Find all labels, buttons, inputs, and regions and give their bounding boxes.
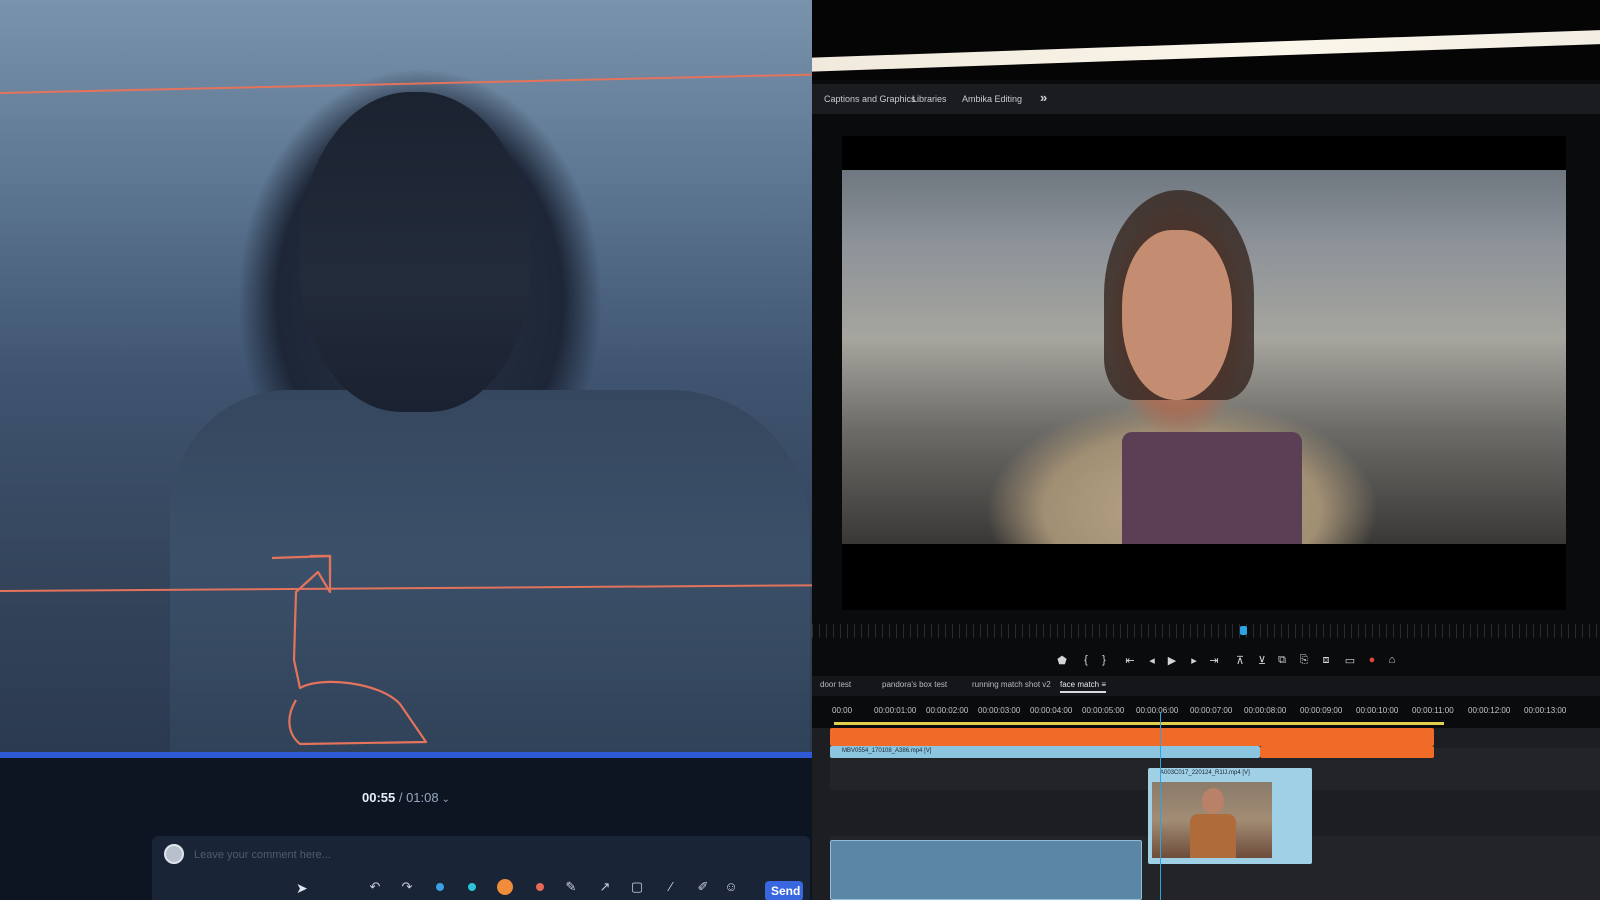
- ruler-timecode: 00:00:04:00: [1030, 706, 1073, 715]
- clip-thumbnail: [1152, 782, 1272, 858]
- emoji-icon[interactable]: ☺: [722, 878, 740, 896]
- ruler-timecode: 00:00:07:00: [1190, 706, 1233, 715]
- face-clip[interactable]: A003C017_220124_R1IJ.mp4 [V]: [1148, 768, 1312, 864]
- tab-face-match-label: face match: [1060, 680, 1100, 689]
- color-dot-red[interactable]: [536, 883, 544, 891]
- timeline-playhead[interactable]: [1160, 712, 1161, 900]
- step-back-icon[interactable]: ◂: [1144, 654, 1160, 667]
- ruler-timecode: 00:00:10:00: [1356, 706, 1399, 715]
- arrow-icon[interactable]: ↗: [596, 878, 614, 896]
- ruler-timecode: 00:00:08:00: [1244, 706, 1287, 715]
- mark-in-icon[interactable]: {: [1078, 654, 1094, 666]
- orange-clip[interactable]: [830, 728, 1434, 746]
- play-icon[interactable]: ▶: [1164, 654, 1180, 667]
- ruler-timecode: 00:00:03:00: [978, 706, 1021, 715]
- lift-icon[interactable]: ⊼: [1232, 654, 1248, 667]
- square-icon[interactable]: ▢: [628, 878, 646, 896]
- ruler-timecode: 00:00:09:00: [1300, 706, 1343, 715]
- thumbnail-body: [1190, 814, 1236, 858]
- mouse-cursor-icon: ➤: [296, 880, 308, 896]
- comment-composer: ↶ ↷ ✎ ↗ ▢ ⁄ ✐ ☺ Send: [152, 836, 810, 900]
- annotation-arrow-stroke: [271, 554, 428, 746]
- step-forward-icon[interactable]: ▸: [1186, 654, 1202, 667]
- review-player-panel: 00:55 / 01:08⌄ ↶ ↷ ✎ ↗ ▢ ⁄ ✐ ☺ Send ➤: [0, 0, 812, 900]
- annotation-arrow-head: [310, 554, 332, 574]
- ruler-timecode: 00:00:06:00: [1136, 706, 1179, 715]
- clip-label: MBV0554_170108_A386.mp4 [V]: [842, 748, 932, 754]
- workspace-tab-libraries[interactable]: Libraries: [912, 94, 947, 104]
- ruler-timecode: 00:00: [832, 706, 853, 715]
- work-area-bar[interactable]: [834, 722, 1444, 725]
- export-frame-icon[interactable]: ⧈: [1318, 654, 1334, 667]
- color-dot-cyan[interactable]: [468, 883, 476, 891]
- orange-clip-tail[interactable]: [1260, 746, 1434, 758]
- send-button[interactable]: Send: [765, 881, 803, 900]
- blue-clip[interactable]: MBV0554_170108_A386.mp4 [V]: [830, 746, 1260, 758]
- workspace-tabs: Captions and Graphics Libraries Ambika E…: [812, 84, 1600, 114]
- duration: 01:08: [406, 790, 439, 805]
- workspace-tab-captions[interactable]: Captions and Graphics: [824, 94, 916, 104]
- monitor-scrub-ruler[interactable]: [812, 624, 1600, 638]
- undo-icon[interactable]: ↶: [366, 878, 384, 896]
- redo-icon[interactable]: ↷: [398, 878, 416, 896]
- tab-menu-icon[interactable]: ≡: [1101, 680, 1106, 689]
- ruler-timecode: 00:00:02:00: [926, 706, 969, 715]
- color-dot-blue[interactable]: [436, 883, 444, 891]
- annotation-drawing: [271, 554, 428, 746]
- monitor-playhead[interactable]: [1240, 626, 1247, 635]
- tab-door-test[interactable]: door test: [820, 680, 851, 689]
- line-icon[interactable]: ⁄: [662, 878, 680, 896]
- thumbnail-face: [1202, 788, 1224, 814]
- tab-pandoras-box-test[interactable]: pandora's box test: [882, 680, 947, 689]
- ruler-timecode: 00:00:05:00: [1082, 706, 1125, 715]
- subject-apron: [1122, 432, 1302, 544]
- comment-input[interactable]: [192, 844, 616, 866]
- ruler-timecode: 00:00:13:00: [1524, 706, 1567, 715]
- ruler-timecode: 00:00:01:00: [874, 706, 917, 715]
- record-icon[interactable]: ●: [1364, 654, 1380, 666]
- current-time: 00:55: [361, 790, 396, 805]
- ruler-timecode: 00:00:11:00: [1412, 706, 1454, 715]
- program-monitor[interactable]: [842, 136, 1566, 610]
- insert-icon[interactable]: ⧉: [1274, 654, 1290, 667]
- go-to-in-icon[interactable]: ⇤: [1122, 654, 1138, 667]
- timecode-display[interactable]: 00:55 / 01:08 ⌄: [0, 790, 812, 805]
- chevron-down-icon[interactable]: ⌄: [442, 794, 450, 805]
- more-workspaces-icon[interactable]: »: [1040, 90, 1047, 105]
- tab-running-match-shot-v2[interactable]: running match shot v2: [972, 680, 1051, 689]
- extract-icon[interactable]: ⊻: [1254, 654, 1270, 667]
- mark-out-icon[interactable]: }: [1096, 654, 1112, 666]
- program-video-frame: [842, 170, 1566, 544]
- pen-icon[interactable]: ✎: [562, 878, 580, 896]
- subject-face: [1122, 230, 1232, 400]
- time-separator: /: [395, 790, 407, 805]
- annotation-toolbar: ↶ ↷ ✎ ↗ ▢ ⁄ ✐ ☺: [152, 876, 810, 900]
- sequence-tabs: door test pandora's box test running mat…: [812, 676, 1600, 696]
- comparison-view-icon[interactable]: ▭: [1342, 654, 1358, 667]
- overwrite-icon[interactable]: ⎘: [1296, 654, 1312, 667]
- workspace-tab-ambika-editing[interactable]: Ambika Editing: [962, 94, 1022, 104]
- color-dot-orange[interactable]: [497, 879, 513, 895]
- tab-face-match[interactable]: face match ≡: [1060, 680, 1107, 693]
- transport-controls: ⬟ { } ⇤ ◂ ▶ ▸ ⇥ ⊼ ⊻ ⧉ ⎘ ⧈ ▭ ● ⌂: [812, 650, 1600, 676]
- timeline-tracks: MBV0554_170108_A386.mp4 [V] A003C017_220…: [812, 728, 1600, 900]
- camera-icon[interactable]: ⌂: [1384, 654, 1400, 666]
- clip-label: A003C017_220124_R1IJ.mp4 [V]: [1160, 770, 1250, 776]
- editor-panel: Captions and Graphics Libraries Ambika E…: [812, 0, 1600, 900]
- lower-clip[interactable]: [830, 840, 1142, 900]
- brush-icon[interactable]: ✐: [694, 878, 712, 896]
- avatar: [164, 844, 184, 864]
- go-to-out-icon[interactable]: ⇥: [1206, 654, 1222, 667]
- ruler-timecode: 00:00:12:00: [1468, 706, 1511, 715]
- add-marker-icon[interactable]: ⬟: [1054, 654, 1070, 667]
